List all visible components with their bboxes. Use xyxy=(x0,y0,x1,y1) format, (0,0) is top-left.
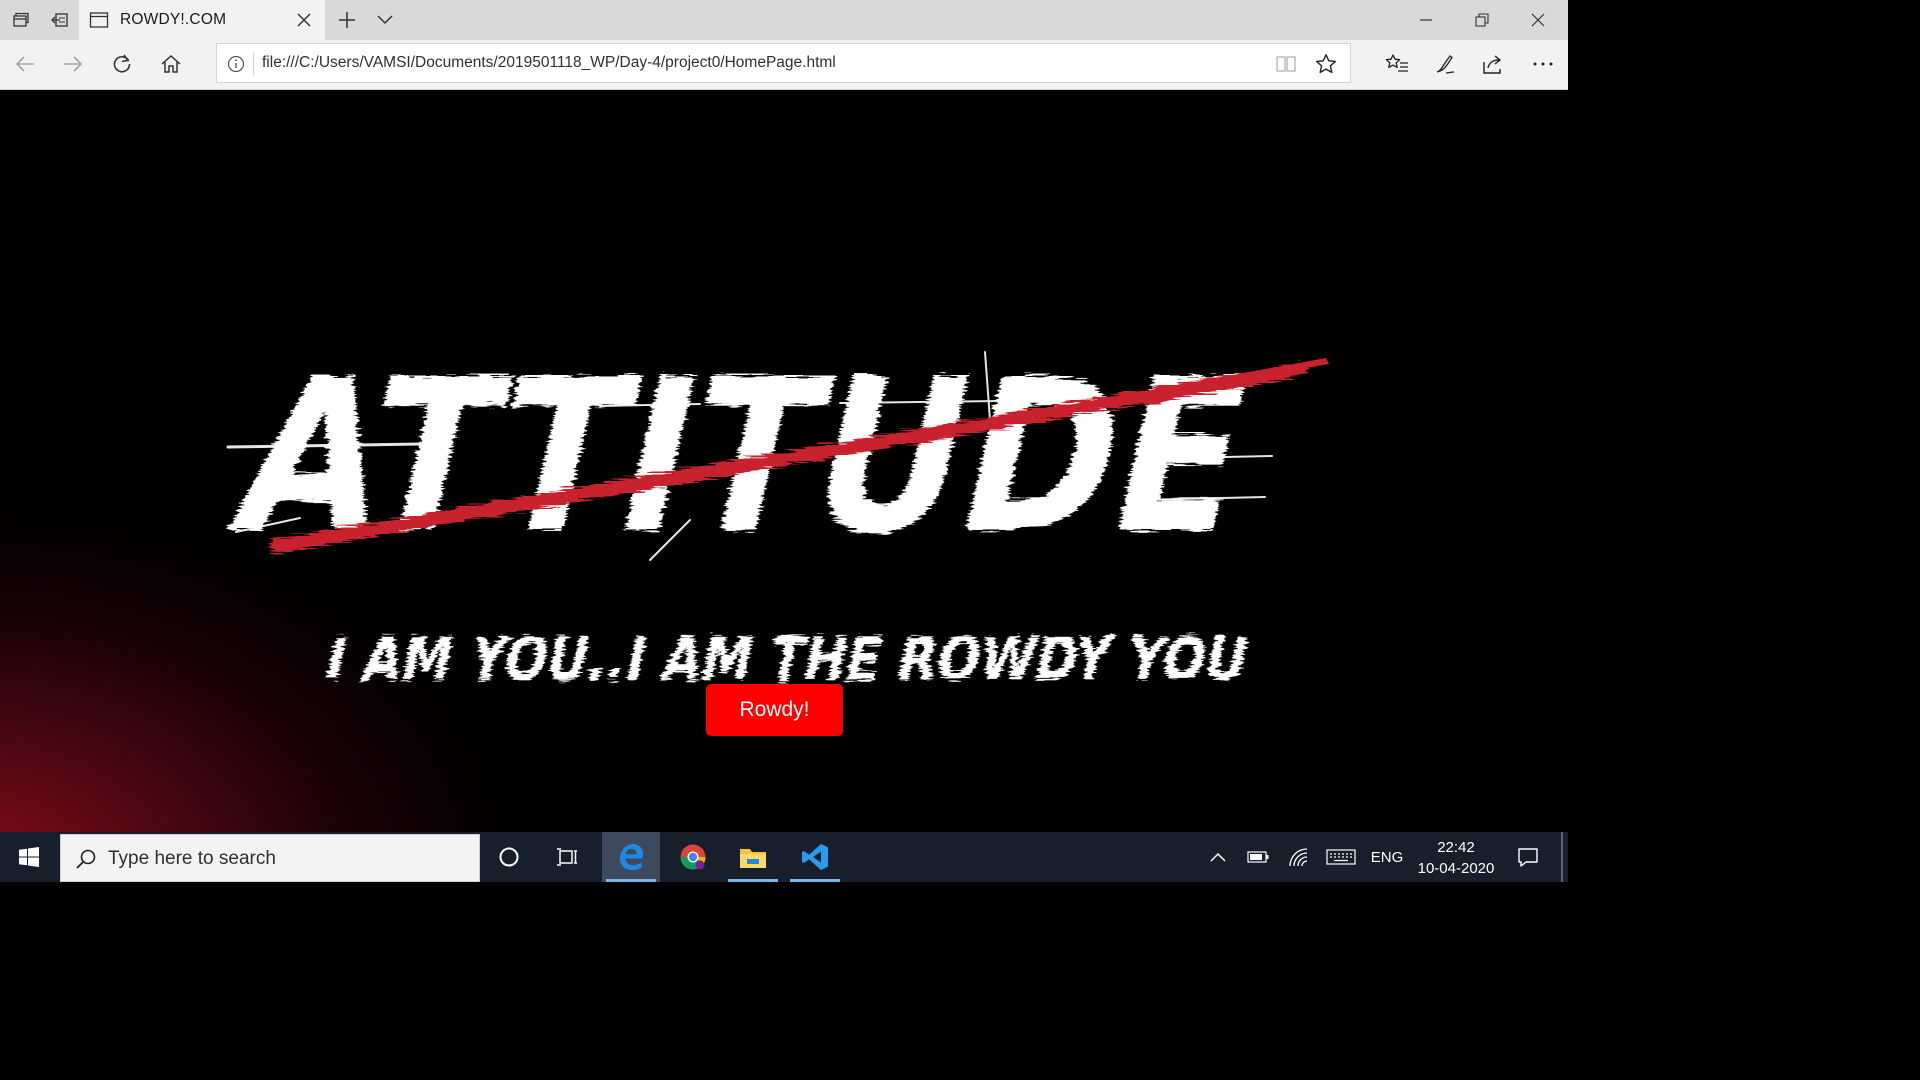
tab-title: ROWDY!.COM xyxy=(120,11,227,28)
hero-title: ATTITUDE xyxy=(215,334,1272,581)
close-window-icon[interactable] xyxy=(1510,0,1566,40)
search-placeholder: Type here to search xyxy=(108,848,276,869)
active-indicator xyxy=(606,879,656,882)
running-indicator xyxy=(790,879,840,882)
new-tab-icon[interactable] xyxy=(327,0,367,40)
language-label: ENG xyxy=(1370,848,1404,866)
page-content: ATTITUDE I AM YOU..I AM THE ROWDY YOU Ro… xyxy=(0,90,1568,832)
browser-toolbar: file:///C:/Users/VAMSI/Documents/2019501… xyxy=(0,40,1568,90)
url-divider xyxy=(253,52,254,76)
more-options-icon[interactable] xyxy=(1519,40,1567,88)
restore-icon[interactable] xyxy=(1454,0,1510,40)
rowdy-button[interactable]: Rowdy! xyxy=(706,684,843,736)
tab-previews-icon[interactable] xyxy=(0,0,40,40)
language-indicator[interactable]: ENG xyxy=(1366,832,1408,882)
page-icon xyxy=(89,10,109,30)
info-icon[interactable] xyxy=(225,53,247,75)
touch-keyboard-icon[interactable] xyxy=(1322,832,1360,882)
tab-rowdy[interactable]: ROWDY!.COM xyxy=(79,0,325,40)
close-tab-icon[interactable] xyxy=(293,9,315,31)
clock-date: 10-04-2020 xyxy=(1417,860,1495,877)
refresh-icon[interactable] xyxy=(98,40,146,88)
pen-icon[interactable] xyxy=(1421,40,1469,88)
action-center-icon[interactable] xyxy=(1506,832,1550,882)
chevron-down-icon[interactable] xyxy=(365,0,405,40)
minimize-icon[interactable] xyxy=(1398,0,1454,40)
battery-icon[interactable] xyxy=(1242,832,1274,882)
browser-tab-strip: ROWDY!.COM xyxy=(0,0,1568,40)
back-icon[interactable] xyxy=(1,40,49,88)
taskbar: Type here to search ENG 22:42 10-04-2020 xyxy=(0,832,1568,882)
file-explorer-icon[interactable] xyxy=(724,832,782,882)
edge-icon[interactable] xyxy=(602,832,660,882)
set-tabs-aside-icon[interactable] xyxy=(40,0,80,40)
taskbar-clock[interactable]: 22:42 10-04-2020 xyxy=(1410,837,1502,879)
share-icon[interactable] xyxy=(1469,40,1517,88)
taskbar-search-box[interactable]: Type here to search xyxy=(60,834,480,882)
home-icon[interactable] xyxy=(147,40,195,88)
wifi-icon[interactable] xyxy=(1283,832,1315,882)
show-desktop-button[interactable] xyxy=(1561,832,1563,882)
show-hidden-icons-icon[interactable] xyxy=(1203,832,1233,882)
task-view-icon[interactable] xyxy=(539,832,597,882)
url-text[interactable]: file:///C:/Users/VAMSI/Documents/2019501… xyxy=(262,54,836,72)
favorite-star-icon[interactable] xyxy=(1314,52,1338,76)
windows-start-icon[interactable] xyxy=(0,832,58,882)
running-indicator xyxy=(728,879,778,882)
chrome-icon[interactable] xyxy=(664,832,722,882)
favorites-hub-icon[interactable] xyxy=(1373,40,1421,88)
vscode-icon[interactable] xyxy=(786,832,844,882)
clock-time: 22:42 xyxy=(1437,839,1475,856)
search-icon xyxy=(75,848,97,870)
reading-view-icon[interactable] xyxy=(1274,52,1298,76)
cortana-icon[interactable] xyxy=(480,832,538,882)
forward-icon[interactable] xyxy=(49,40,97,88)
address-bar[interactable]: file:///C:/Users/VAMSI/Documents/2019501… xyxy=(216,43,1351,83)
